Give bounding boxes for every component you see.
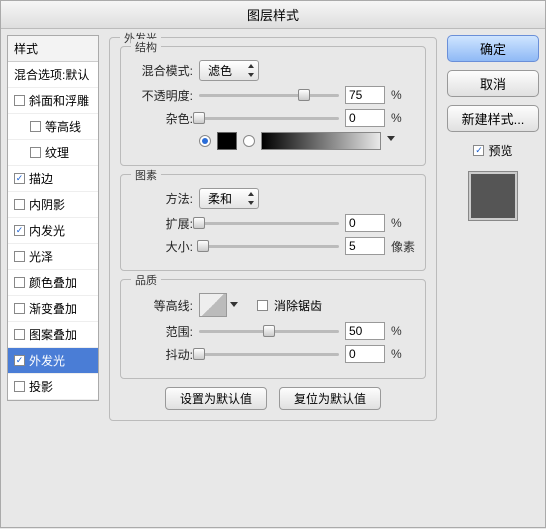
checkbox-icon[interactable] xyxy=(14,199,25,210)
range-unit: % xyxy=(391,324,415,338)
sidebar-item-color-overlay[interactable]: 颜色叠加 xyxy=(8,270,98,296)
sidebar-item-label: 图案叠加 xyxy=(29,326,77,343)
opacity-input[interactable]: 75 xyxy=(345,86,385,104)
style-sidebar: 样式 混合选项:默认 斜面和浮雕 等高线 纹理 描 xyxy=(7,35,99,523)
layer-style-window: 图层样式 样式 混合选项:默认 斜面和浮雕 等高线 纹理 xyxy=(0,0,546,528)
size-input[interactable]: 5 xyxy=(345,237,385,255)
opacity-label: 不透明度: xyxy=(131,87,193,104)
sidebar-item-label: 内阴影 xyxy=(29,196,65,213)
noise-input[interactable]: 0 xyxy=(345,109,385,127)
opacity-slider[interactable] xyxy=(199,88,339,102)
anti-alias-label: 消除锯齿 xyxy=(274,297,322,314)
sidebar-item-label: 纹理 xyxy=(45,144,69,161)
checkbox-icon[interactable] xyxy=(14,95,25,106)
color-swatch[interactable] xyxy=(217,132,237,150)
checkbox-icon[interactable] xyxy=(14,277,25,288)
blend-mode-label: 混合模式: xyxy=(131,62,193,79)
structure-legend: 结构 xyxy=(131,39,161,55)
opacity-unit: % xyxy=(391,88,415,102)
cancel-button[interactable]: 取消 xyxy=(447,70,539,97)
contour-label: 等高线: xyxy=(131,297,193,314)
spread-unit: % xyxy=(391,216,415,230)
main-panel: 外发光 结构 混合模式: 滤色 不透明度: 75 % 杂色: xyxy=(105,35,441,523)
noise-label: 杂色: xyxy=(131,110,193,127)
reset-default-button[interactable]: 复位为默认值 xyxy=(279,387,381,410)
spread-slider[interactable] xyxy=(199,216,339,230)
outer-glow-group: 外发光 结构 混合模式: 滤色 不透明度: 75 % 杂色: xyxy=(109,37,437,421)
right-column: 确定 取消 新建样式... 预览 xyxy=(447,35,539,523)
sidebar-item-label: 颜色叠加 xyxy=(29,274,77,291)
preview-checkbox[interactable] xyxy=(473,145,484,156)
checkbox-icon[interactable] xyxy=(30,147,41,158)
spread-label: 扩展: xyxy=(131,215,193,232)
jitter-input[interactable]: 0 xyxy=(345,345,385,363)
ok-button[interactable]: 确定 xyxy=(447,35,539,62)
checkbox-icon[interactable] xyxy=(14,225,25,236)
sidebar-item-texture[interactable]: 纹理 xyxy=(8,140,98,166)
sidebar-item-pattern-overlay[interactable]: 图案叠加 xyxy=(8,322,98,348)
make-default-button[interactable]: 设置为默认值 xyxy=(165,387,267,410)
sidebar-item-inner-glow[interactable]: 内发光 xyxy=(8,218,98,244)
chevron-down-icon xyxy=(387,136,395,141)
checkbox-icon[interactable] xyxy=(14,329,25,340)
structure-group: 结构 混合模式: 滤色 不透明度: 75 % 杂色: 0 xyxy=(120,46,426,166)
noise-unit: % xyxy=(391,111,415,125)
checkbox-icon[interactable] xyxy=(14,355,25,366)
quality-legend: 品质 xyxy=(131,272,161,288)
technique-select[interactable]: 柔和 xyxy=(199,188,259,209)
noise-slider[interactable] xyxy=(199,111,339,125)
sidebar-item-label: 外发光 xyxy=(29,352,65,369)
sidebar-item-contour[interactable]: 等高线 xyxy=(8,114,98,140)
chevron-down-icon xyxy=(230,302,238,307)
sidebar-item-label: 斜面和浮雕 xyxy=(29,92,89,109)
window-title: 图层样式 xyxy=(1,1,545,29)
checkbox-icon[interactable] xyxy=(14,173,25,184)
sidebar-item-label: 光泽 xyxy=(29,248,53,265)
elements-group: 图素 方法: 柔和 扩展: 0 % 大小: 5 xyxy=(120,174,426,271)
sidebar-item-label: 投影 xyxy=(29,378,53,395)
quality-group: 品质 等高线: 消除锯齿 范围: 50 % xyxy=(120,279,426,379)
contour-picker[interactable] xyxy=(199,293,227,317)
sidebar-item-label: 等高线 xyxy=(45,118,81,135)
jitter-label: 抖动: xyxy=(131,346,193,363)
checkbox-icon[interactable] xyxy=(14,303,25,314)
sidebar-item-drop-shadow[interactable]: 投影 xyxy=(8,374,98,400)
blend-mode-select[interactable]: 滤色 xyxy=(199,60,259,81)
size-slider[interactable] xyxy=(199,239,339,253)
checkbox-icon[interactable] xyxy=(14,381,25,392)
range-input[interactable]: 50 xyxy=(345,322,385,340)
color-radio[interactable] xyxy=(199,135,211,147)
sidebar-item-bevel[interactable]: 斜面和浮雕 xyxy=(8,88,98,114)
range-slider[interactable] xyxy=(199,324,339,338)
sidebar-item-inner-shadow[interactable]: 内阴影 xyxy=(8,192,98,218)
sidebar-item-satin[interactable]: 光泽 xyxy=(8,244,98,270)
sidebar-item-label: 渐变叠加 xyxy=(29,300,77,317)
sidebar-item-gradient-overlay[interactable]: 渐变叠加 xyxy=(8,296,98,322)
checkbox-icon[interactable] xyxy=(14,251,25,262)
size-unit: 像素 xyxy=(391,238,415,255)
sidebar-item-outer-glow[interactable]: 外发光 xyxy=(8,348,98,374)
sidebar-item-label: 混合选项:默认 xyxy=(14,66,89,83)
preview-swatch xyxy=(468,171,518,221)
elements-legend: 图素 xyxy=(131,167,161,183)
size-label: 大小: xyxy=(131,238,193,255)
technique-label: 方法: xyxy=(131,190,193,207)
sidebar-item-blend-options[interactable]: 混合选项:默认 xyxy=(8,62,98,88)
gradient-picker[interactable] xyxy=(261,132,381,150)
new-style-button[interactable]: 新建样式... xyxy=(447,105,539,132)
sidebar-item-label: 内发光 xyxy=(29,222,65,239)
checkbox-icon[interactable] xyxy=(30,121,41,132)
gradient-radio[interactable] xyxy=(243,135,255,147)
anti-alias-checkbox[interactable] xyxy=(257,300,268,311)
sidebar-header: 样式 xyxy=(8,36,98,62)
preview-label: 预览 xyxy=(488,142,512,159)
sidebar-item-label: 描边 xyxy=(29,170,53,187)
spread-input[interactable]: 0 xyxy=(345,214,385,232)
sidebar-item-stroke[interactable]: 描边 xyxy=(8,166,98,192)
jitter-unit: % xyxy=(391,347,415,361)
jitter-slider[interactable] xyxy=(199,347,339,361)
range-label: 范围: xyxy=(131,323,193,340)
